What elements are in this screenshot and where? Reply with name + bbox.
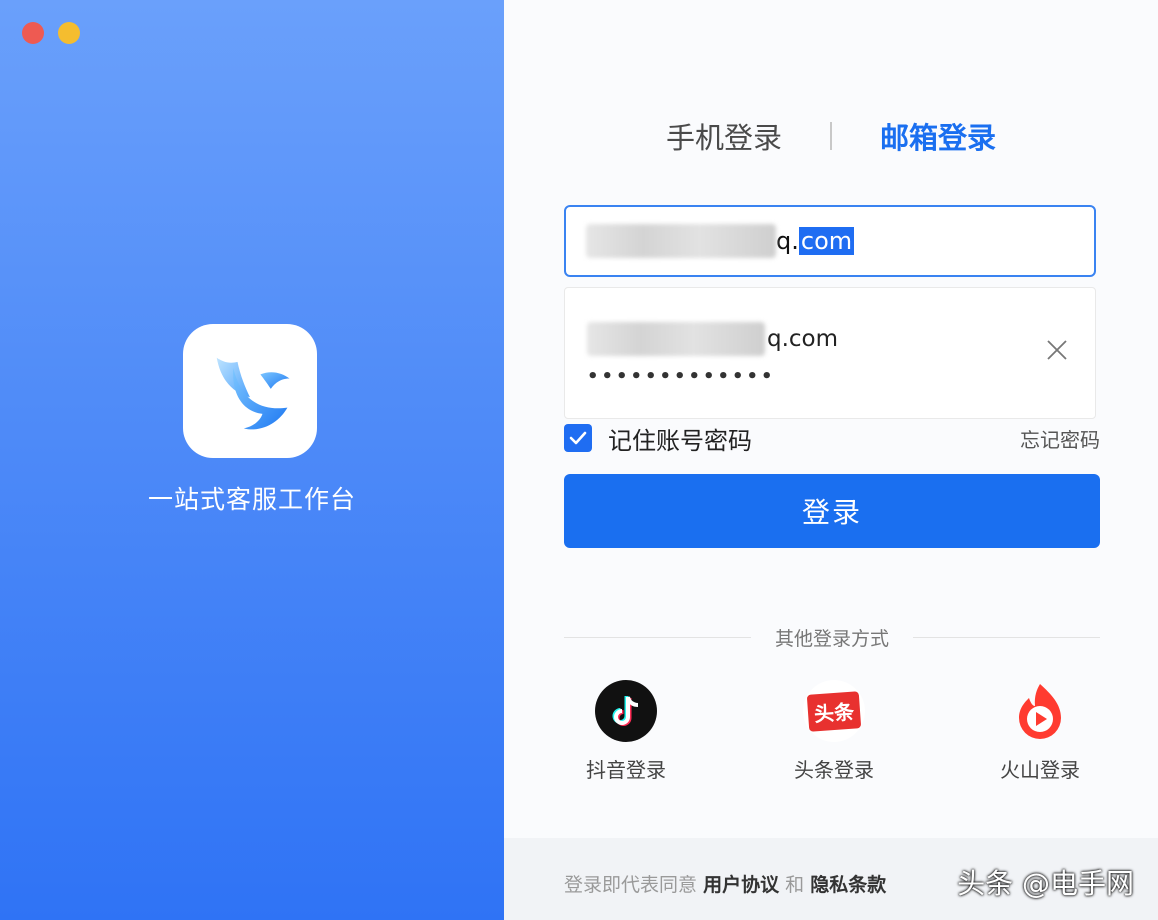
login-window: 一站式客服工作台 手机登录 邮箱登录 q. com q.com •••••••••… — [0, 0, 1158, 920]
toutiao-icon: 头条 — [803, 680, 865, 742]
remember-row: 记住账号密码 忘记密码 — [564, 420, 1100, 456]
remember-toggle[interactable]: 记住账号密码 — [564, 421, 752, 456]
app-logo — [183, 324, 317, 458]
remember-checkbox[interactable] — [564, 424, 592, 452]
tab-divider — [830, 122, 832, 150]
divider-line-left — [564, 636, 751, 638]
huoshan-login-button[interactable]: 火山登录 — [980, 680, 1100, 783]
footer: 登录即代表同意 用户协议 和 隐私条款 头条 @电手网 — [504, 838, 1158, 920]
huoshan-login-label: 火山登录 — [1000, 758, 1080, 782]
toutiao-icon-text: 头条 — [806, 690, 862, 732]
tab-phone-login[interactable]: 手机登录 — [642, 115, 806, 157]
other-methods-label: 其他登录方式 — [775, 627, 890, 650]
email-value-selected: com — [798, 227, 855, 255]
saved-account-item[interactable]: q.com — [587, 322, 838, 356]
douyin-icon — [595, 680, 657, 742]
douyin-login-label: 抖音登录 — [586, 758, 666, 782]
privacy-link[interactable]: 隐私条款 — [810, 874, 886, 896]
agreement-prefix: 登录即代表同意 — [564, 874, 698, 896]
close-window-button[interactable] — [22, 22, 44, 44]
login-panel: 手机登录 邮箱登录 q. com q.com ••••••••••••• 记住账… — [504, 0, 1158, 920]
blurred-account-prefix — [587, 322, 765, 356]
toutiao-login-label: 头条登录 — [794, 758, 874, 782]
minimize-window-button[interactable] — [58, 22, 80, 44]
email-value-plain: q. — [776, 227, 799, 255]
login-tabs: 手机登录 邮箱登录 — [504, 112, 1158, 160]
agreement-and: 和 — [785, 874, 805, 896]
divider-line-right — [913, 636, 1101, 638]
saved-account-email: q.com — [767, 326, 839, 352]
remember-label: 记住账号密码 — [608, 426, 752, 455]
douyin-login-button[interactable]: 抖音登录 — [566, 680, 686, 783]
other-methods-divider: 其他登录方式 — [564, 620, 1101, 654]
watermark: 头条 @电手网 — [957, 867, 1134, 900]
brand-panel: 一站式客服工作台 — [0, 0, 504, 920]
close-icon[interactable] — [1045, 338, 1069, 362]
brand-title: 一站式客服工作台 — [147, 485, 356, 514]
social-logins: 抖音登录 头条 头条登录 火山登录 — [504, 680, 1158, 790]
forgot-password-link[interactable]: 忘记密码 — [1020, 424, 1100, 453]
window-controls — [22, 22, 80, 44]
tab-email-login[interactable]: 邮箱登录 — [856, 115, 1020, 157]
toutiao-login-button[interactable]: 头条 头条登录 — [774, 680, 894, 783]
bird-logo-icon — [216, 357, 290, 430]
terms-link[interactable]: 用户协议 — [703, 874, 779, 896]
saved-account-password: ••••••••••••• — [587, 366, 776, 387]
saved-account-dropdown: q.com ••••••••••••• — [564, 287, 1096, 419]
login-button[interactable]: 登录 — [564, 474, 1100, 548]
checkmark-icon — [569, 431, 587, 445]
agreement-text: 登录即代表同意 用户协议 和 隐私条款 — [564, 870, 886, 897]
huoshan-icon — [1009, 680, 1071, 742]
email-input[interactable]: q. com — [564, 205, 1096, 277]
blurred-email-prefix — [586, 224, 776, 258]
